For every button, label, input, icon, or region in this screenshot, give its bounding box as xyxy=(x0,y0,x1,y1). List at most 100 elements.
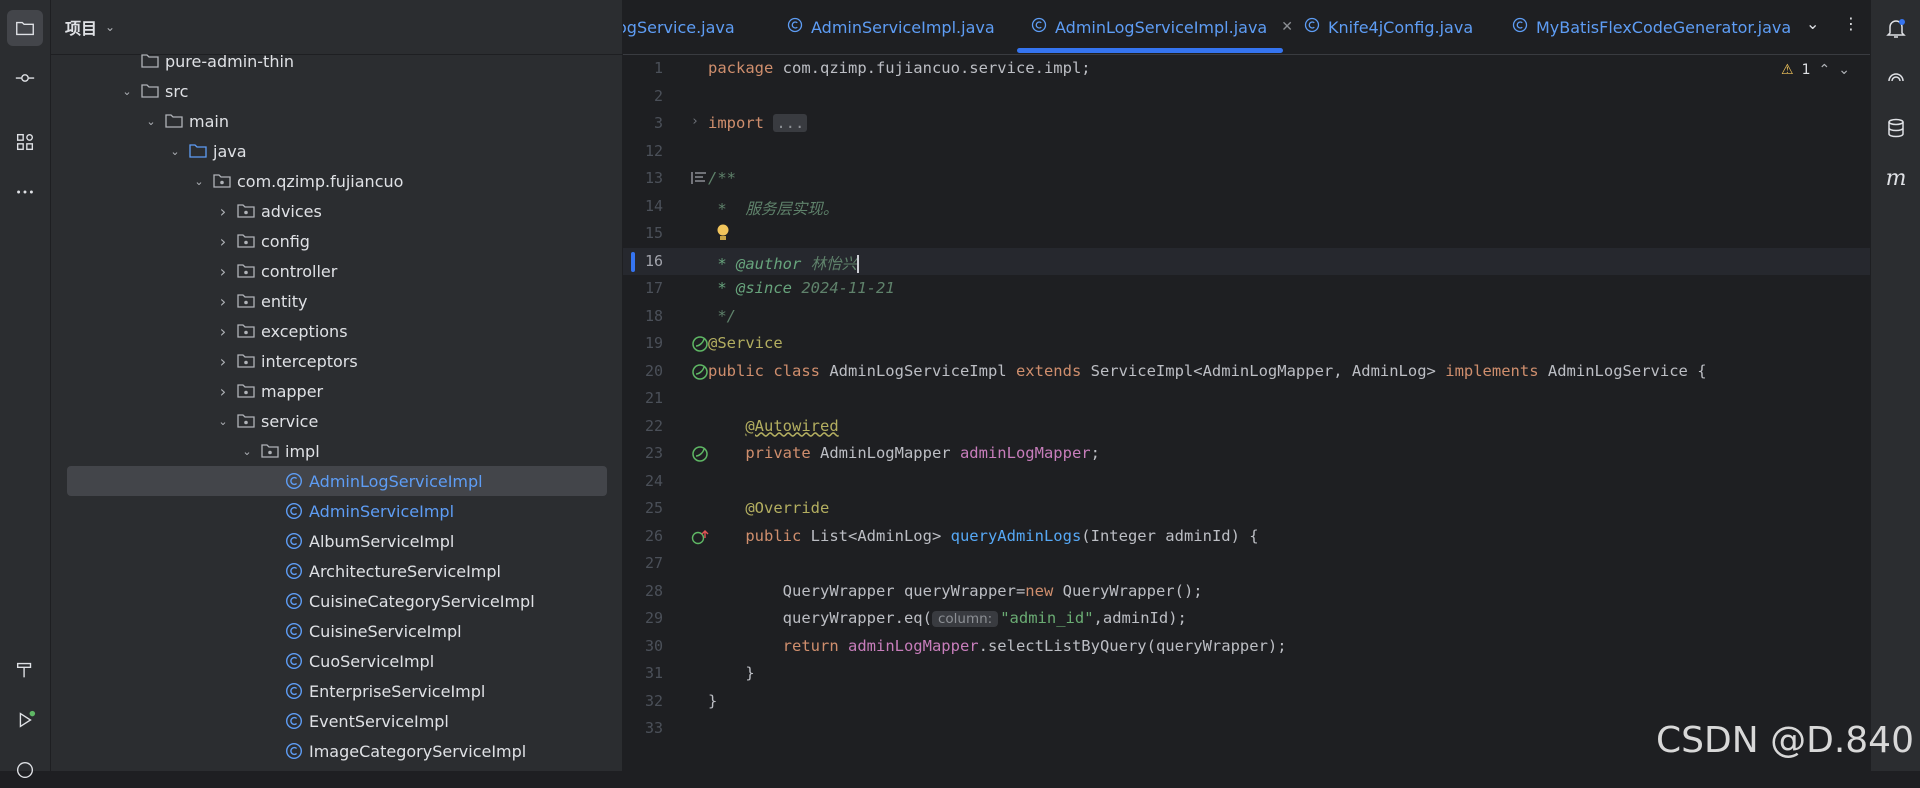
folder-icon xyxy=(165,112,183,130)
tree-item-folder[interactable]: › advices xyxy=(67,196,607,226)
tree-item-folder[interactable]: ⌄ service xyxy=(67,406,607,436)
build-hammer-icon[interactable] xyxy=(7,652,43,688)
chevron-right-icon[interactable]: › xyxy=(215,262,231,281)
fold-chevron-icon[interactable]: › xyxy=(663,110,703,137)
chevron-down-icon[interactable]: ⌄ xyxy=(215,415,231,428)
code-line: 29 queryWrapper.eq(column: "admin_id",adm… xyxy=(623,605,1870,632)
code-line: 21 xyxy=(623,385,1870,412)
tree-item-folder[interactable]: pure-admin-thin xyxy=(67,46,607,76)
tree-item-label: AlbumServiceImpl xyxy=(309,531,455,551)
tab-mybatisflexcodegenerator[interactable]: MyBatisFlexCodeGenerator.java xyxy=(1512,0,1791,54)
chevron-down-icon[interactable]: ⌄ xyxy=(143,115,159,128)
chevron-right-icon[interactable]: › xyxy=(215,202,231,221)
tree-item-label: advices xyxy=(261,201,322,221)
commit-icon[interactable] xyxy=(7,60,43,96)
class-icon xyxy=(285,592,303,610)
chevron-right-icon[interactable]: › xyxy=(215,352,231,371)
notifications-bell-icon[interactable] xyxy=(1884,16,1908,40)
render-doc-icon[interactable] xyxy=(663,165,706,192)
tree-item-folder[interactable]: › config xyxy=(67,226,607,256)
line-number: 18 xyxy=(644,306,663,325)
tab-label: MyBatisFlexCodeGenerator.java xyxy=(1536,17,1792,37)
tree-item-class[interactable]: ArchitectureServiceImpl xyxy=(67,556,607,586)
chevron-right-icon[interactable]: › xyxy=(215,322,231,341)
chevron-right-icon[interactable]: › xyxy=(215,382,231,401)
tree-item-class[interactable]: AdminServiceImpl xyxy=(67,496,607,526)
class-icon xyxy=(285,472,303,490)
folded-imports[interactable]: ... xyxy=(773,114,808,132)
editor-tab-bar: ogService.java AdminServiceImpl.java Adm… xyxy=(623,0,1870,55)
tree-item-folder[interactable]: › controller xyxy=(67,256,607,286)
tab-adminlogserviceimpl[interactable]: AdminLogServiceImpl.java ✕ xyxy=(1031,0,1293,54)
project-folder-icon[interactable] xyxy=(7,10,43,46)
project-panel: 项目 ⌄ pure-admin-thin ⌄ src ⌄ main ⌄ java ⌄ com.q… xyxy=(51,0,623,771)
tree-item-class[interactable]: ImageCategoryServiceImpl xyxy=(67,736,607,766)
tree-item-class[interactable]: CuoServiceImpl xyxy=(67,646,607,676)
maven-icon[interactable]: m xyxy=(1884,166,1908,191)
chevron-down-icon[interactable]: ⌄ xyxy=(167,145,183,158)
package-icon xyxy=(237,292,255,310)
line-number: 32 xyxy=(644,691,663,710)
spring-bean-icon[interactable] xyxy=(663,330,708,357)
left-tool-strip xyxy=(0,0,51,779)
line-number: 16 xyxy=(644,251,663,270)
tree-item-class[interactable]: EnterpriseServiceImpl xyxy=(67,676,607,706)
folder-icon xyxy=(141,82,159,100)
package-icon xyxy=(213,172,231,190)
tree-item-label: com.qzimp.fujiancuo xyxy=(237,171,404,191)
more-tools-icon[interactable] xyxy=(7,174,43,210)
tree-item-folder[interactable]: › exceptions xyxy=(67,316,607,346)
tree-item-label: AdminServiceImpl xyxy=(309,501,455,521)
tree-item-folder[interactable]: › interceptors xyxy=(67,346,607,376)
tree-item-class[interactable]: AlbumServiceImpl xyxy=(67,526,607,556)
structure-icon[interactable] xyxy=(7,124,43,160)
tree-item-folder[interactable]: ⌄ java xyxy=(67,136,607,166)
spring-bean-icon[interactable] xyxy=(663,358,708,385)
tab-label: ogService.java xyxy=(623,17,735,37)
tab-options-icon[interactable]: ⋮ xyxy=(1843,14,1859,33)
tab-knife4jconfig[interactable]: Knife4jConfig.java xyxy=(1304,0,1473,54)
chevron-down-icon[interactable]: ⌄ xyxy=(191,175,207,188)
code-line: 23 private AdminLogMapper adminLogMapper… xyxy=(623,440,1870,467)
folder-icon xyxy=(141,52,159,70)
line-number: 3 xyxy=(653,114,663,132)
run-icon[interactable] xyxy=(7,702,43,738)
chevron-down-icon[interactable]: ⌄ xyxy=(239,445,255,458)
chevron-down-icon[interactable]: ⌄ xyxy=(119,85,135,98)
code-line: 17 * @since 2024-11-21 xyxy=(623,275,1870,302)
code-line: 22 @Autowired xyxy=(623,413,1870,440)
line-number: 17 xyxy=(644,279,663,297)
tab-adminserviceimpl[interactable]: AdminServiceImpl.java xyxy=(787,0,995,54)
tree-item-class[interactable]: EventServiceImpl xyxy=(67,706,607,736)
chevron-right-icon[interactable]: › xyxy=(215,232,231,251)
tree-item-label: ArchitectureServiceImpl xyxy=(309,561,501,581)
tree-item-folder[interactable]: › entity xyxy=(67,286,607,316)
database-icon[interactable] xyxy=(1884,116,1908,140)
class-icon xyxy=(285,622,303,640)
tree-item-folder[interactable]: › mapper xyxy=(67,376,607,406)
tree-item-folder[interactable]: ⌄ impl xyxy=(67,436,607,466)
terminal-icon[interactable] xyxy=(7,752,43,788)
package-icon xyxy=(237,202,255,220)
chevron-right-icon[interactable]: › xyxy=(215,292,231,311)
tree-item-folder[interactable]: ⌄ com.qzimp.fujiancuo xyxy=(67,166,607,196)
tab-label: Knife4jConfig.java xyxy=(1328,17,1474,37)
close-icon[interactable]: ✕ xyxy=(1281,19,1293,35)
chevron-down-icon[interactable]: ⌄ xyxy=(105,20,115,34)
active-tab-indicator xyxy=(1017,48,1283,53)
tree-item-class[interactable]: CuisineCategoryServiceImpl xyxy=(67,586,607,616)
tree-item-class[interactable]: AdminLogServiceImpl xyxy=(67,466,607,496)
implements-method-icon[interactable] xyxy=(663,523,709,550)
tree-item-folder[interactable]: ⌄ main xyxy=(67,106,607,136)
tab-list-chevron-icon[interactable]: ⌄ xyxy=(1806,14,1819,33)
ai-assistant-icon[interactable] xyxy=(1884,66,1908,90)
line-number: 33 xyxy=(644,719,663,737)
line-number: 21 xyxy=(644,389,663,407)
spring-autowire-icon[interactable] xyxy=(663,440,708,467)
tree-item-class[interactable]: CuisineServiceImpl xyxy=(67,616,607,646)
code-line: 27 xyxy=(623,550,1870,577)
lightbulb-icon[interactable] xyxy=(715,223,731,247)
code-line: 18 */ xyxy=(623,303,1870,330)
tree-item-folder[interactable]: ⌄ src xyxy=(67,76,607,106)
tab-ogservice[interactable]: ogService.java xyxy=(623,0,735,54)
